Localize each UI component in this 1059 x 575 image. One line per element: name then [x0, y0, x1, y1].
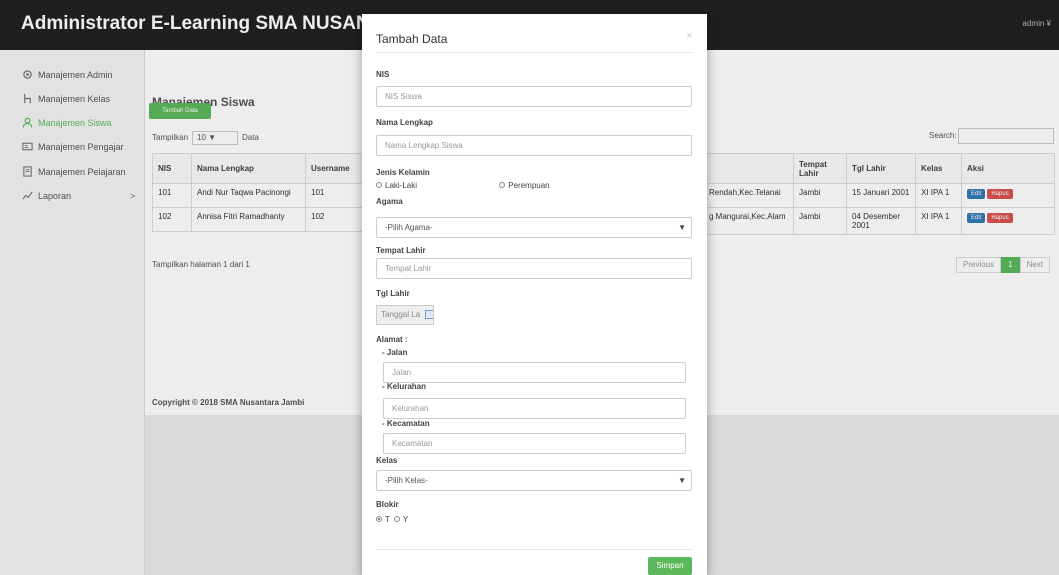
kelas-select-value: -Pilih Kelas-	[385, 476, 428, 485]
radio-icon	[376, 181, 382, 188]
kelas-select[interactable]: -Pilih Kelas- ▼	[376, 470, 692, 491]
kelurahan-input[interactable]: Kelurahan	[383, 398, 686, 419]
nama-label: Nama Lengkap	[376, 118, 433, 127]
dropdown-arrow-icon: ▼	[678, 476, 686, 485]
calendar-icon[interactable]	[425, 310, 433, 319]
jenis-kelamin-label: Jenis Kelamin	[376, 168, 430, 177]
modal-footer-divider	[376, 549, 693, 550]
tgl-lahir-placeholder: Tanggal La	[381, 310, 421, 319]
radio-blokir-y-label: Y	[402, 515, 409, 524]
agama-label: Agama	[376, 197, 403, 206]
jalan-input[interactable]: Jalan	[383, 362, 686, 383]
close-icon[interactable]: ×	[686, 30, 692, 42]
agama-select[interactable]: -Pilih Agama- ▼	[376, 217, 692, 238]
tgl-lahir-input[interactable]: Tanggal La	[376, 305, 434, 325]
blokir-radio-group: T Y	[376, 515, 408, 524]
radio-perempuan[interactable]: Perempuan	[499, 181, 550, 190]
add-student-modal: Tambah Data × NIS NIS Siswa Nama Lengkap…	[362, 14, 707, 575]
modal-header-divider	[376, 52, 693, 53]
alamat-label: Alamat :	[376, 335, 408, 344]
jalan-label: - Jalan	[382, 348, 408, 357]
nama-input[interactable]: Nama Lengkap Siswa	[376, 135, 692, 156]
kecamatan-input[interactable]: Kecamatan	[383, 433, 686, 454]
dropdown-arrow-icon: ▼	[678, 223, 686, 232]
radio-perempuan-label: Perempuan	[508, 181, 550, 190]
kecamatan-label: - Kecamatan	[382, 419, 430, 428]
agama-select-value: -Pilih Agama-	[385, 223, 433, 232]
gender-radio-group: Laki-Laki Perempuan	[376, 181, 550, 190]
radio-icon	[393, 515, 400, 522]
save-button[interactable]: Simpan	[648, 557, 692, 575]
radio-icon	[499, 181, 506, 188]
radio-laki-laki[interactable]: Laki-Laki	[376, 181, 417, 190]
tempat-lahir-input[interactable]: Tempat Lahir	[376, 258, 692, 279]
radio-blokir-t-label: T	[385, 515, 390, 524]
kelas-label: Kelas	[376, 456, 398, 465]
radio-laki-laki-label: Laki-Laki	[385, 181, 418, 190]
radio-blokir-t[interactable]: T	[376, 515, 390, 524]
nis-label: NIS	[376, 70, 390, 79]
blokir-label: Blokir	[376, 500, 399, 509]
tempat-lahir-label: Tempat Lahir	[376, 246, 426, 255]
nis-input[interactable]: NIS Siswa	[376, 86, 692, 107]
radio-icon	[376, 515, 382, 522]
kelurahan-label: - Kelurahan	[382, 382, 427, 391]
modal-title: Tambah Data	[376, 32, 448, 46]
radio-blokir-y[interactable]: Y	[393, 515, 409, 524]
tgl-lahir-label: Tgl Lahir	[376, 289, 410, 298]
